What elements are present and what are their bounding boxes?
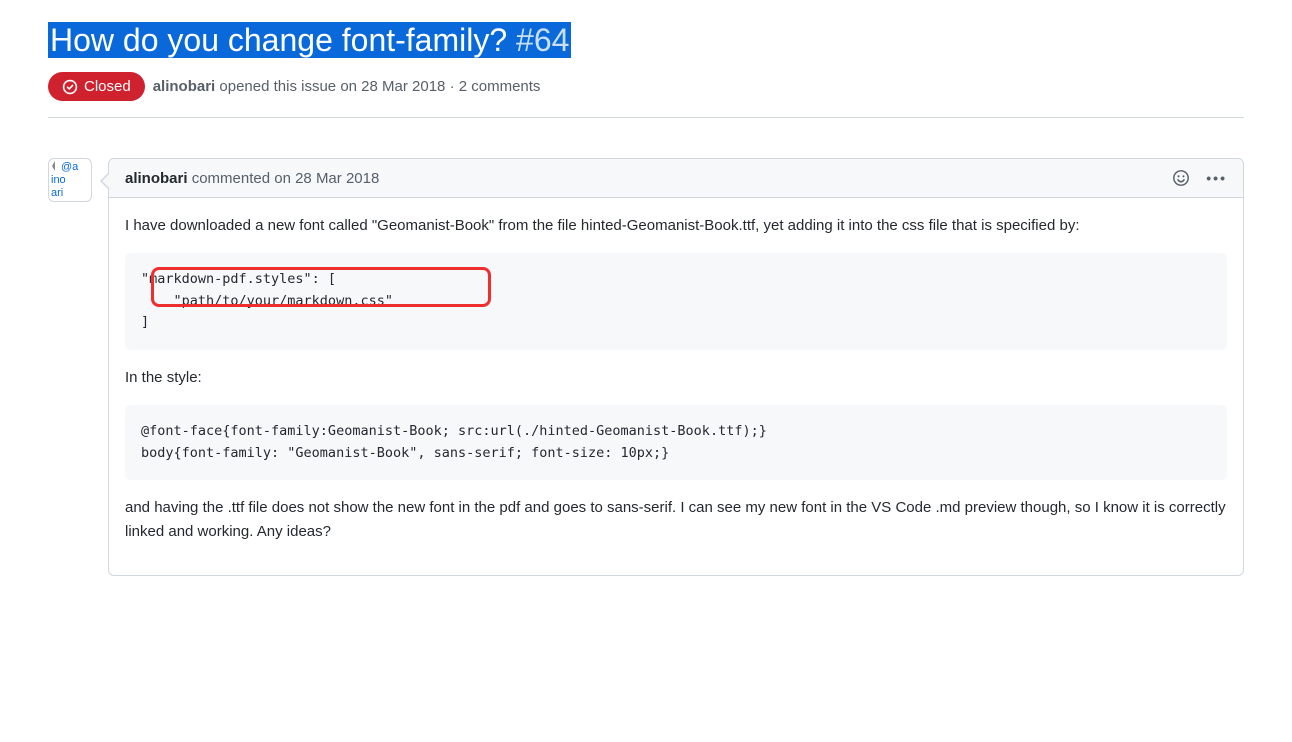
comment-box: alinobari commented on 28 Mar 2018 ••• <box>108 158 1244 576</box>
code1-line3: ] <box>141 312 1211 334</box>
code2-line2: body{font-family: "Geomanist-Book", sans… <box>141 443 1211 465</box>
comment-paragraph-1: I have downloaded a new font called "Geo… <box>125 214 1227 237</box>
comment-count: 2 comments <box>459 78 541 95</box>
issue-author-link[interactable]: alinobari <box>153 78 216 95</box>
comment-body: I have downloaded a new font called "Geo… <box>109 198 1243 575</box>
state-badge-closed: Closed <box>48 72 145 101</box>
meta-separator: · <box>450 78 455 95</box>
issue-title-row: How do you change font-family? #64 <box>48 20 1244 60</box>
avatar-alt-3: ari <box>51 187 63 200</box>
code-block-1: "markdown-pdf.styles": [ "path/to/your/m… <box>125 253 1227 350</box>
code2-line1: @font-face{font-family:Geomanist-Book; s… <box>141 421 1211 443</box>
issue-meta-row: Closed alinobari opened this issue on 28… <box>48 72 1244 118</box>
comment-verb: commented <box>192 170 270 187</box>
comment-paragraph-3: and having the .ttf file does not show t… <box>125 496 1227 543</box>
opened-verb: opened this issue <box>219 78 336 95</box>
issue-byline: alinobari opened this issue on 28 Mar 20… <box>153 78 541 95</box>
avatar[interactable]: @a ino ari <box>48 158 92 202</box>
avatar-alt-2: ino <box>51 174 66 187</box>
comment-author-link[interactable]: alinobari <box>125 170 188 187</box>
closed-icon <box>62 79 78 95</box>
timeline: @a ino ari alinobari commented on 28 Mar… <box>48 158 1244 576</box>
smiley-icon <box>1172 169 1190 187</box>
state-label: Closed <box>84 78 131 95</box>
avatar-alt-1: @a <box>61 161 78 174</box>
comment-timestamp-link[interactable]: on 28 Mar 2018 <box>274 170 379 187</box>
issue-title-text: How do you change font-family? <box>50 22 507 58</box>
comment-header: alinobari commented on 28 Mar 2018 ••• <box>109 159 1243 198</box>
code1-line1: "markdown-pdf.styles": [ <box>141 269 1211 291</box>
issue-number: #64 <box>516 22 569 58</box>
broken-image-icon <box>51 161 61 171</box>
comment-paragraph-2: In the style: <box>125 366 1227 389</box>
issue-title: How do you change font-family? #64 <box>48 22 571 58</box>
opened-on: on 28 Mar 2018 <box>340 78 445 95</box>
code1-line2: "path/to/your/markdown.css" <box>141 291 1211 313</box>
code-block-2: @font-face{font-family:Geomanist-Book; s… <box>125 405 1227 480</box>
comment-actions-menu[interactable]: ••• <box>1206 171 1227 185</box>
emoji-reaction-button[interactable] <box>1172 169 1190 187</box>
